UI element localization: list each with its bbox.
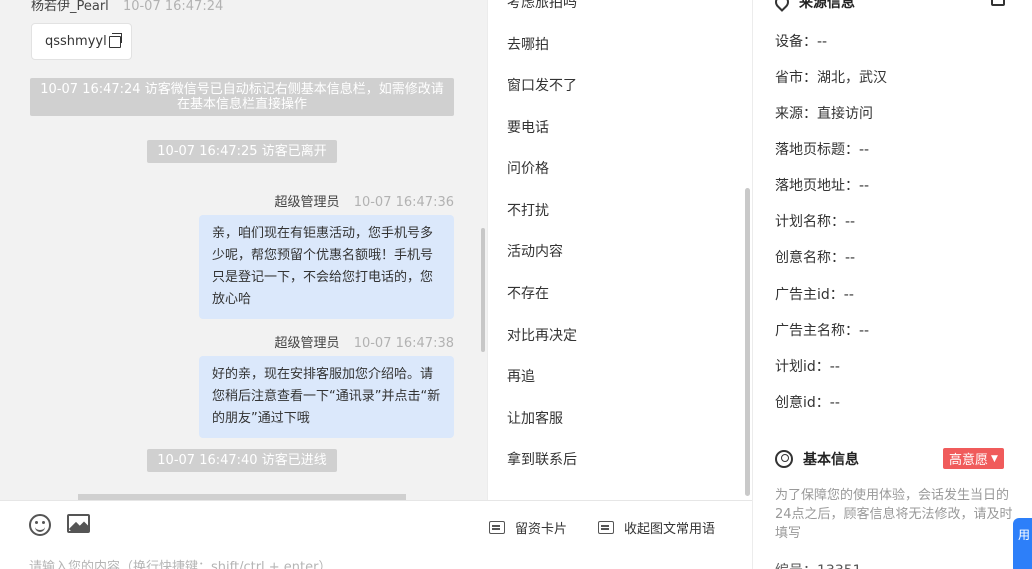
- customer-info-panel: 来源信息 设备：-- 省市：湖北，武汉 来源：直接访问 落地页标题：-- 落地页…: [752, 0, 1032, 569]
- floating-action-button[interactable]: 用: [1013, 518, 1032, 569]
- quick-reply-item[interactable]: 要电话: [507, 117, 549, 137]
- quick-reply-item[interactable]: 让加客服: [507, 408, 563, 428]
- quick-reply-item[interactable]: 拿到联系后: [507, 449, 577, 469]
- basic-info-title: 基本信息: [803, 452, 859, 468]
- caret-down-icon: ▼: [991, 453, 998, 464]
- system-message: 10-07 16:47:25 访客已离开: [147, 140, 337, 163]
- collapse-phrases-button[interactable]: 收起图文常用语: [598, 518, 715, 537]
- info-field-landing-url: 落地页地址：--: [775, 178, 870, 194]
- message-meta: 杨若伊_Pearl 10-07 16:47:24: [31, 0, 223, 14]
- intent-level-dropdown[interactable]: 高意愿 ▼: [943, 448, 1004, 469]
- sender-name: 超级管理员: [274, 195, 340, 210]
- quick-reply-item[interactable]: 活动内容: [507, 241, 563, 261]
- wechat-id-card[interactable]: qsshmyyl: [31, 23, 132, 60]
- outgoing-message: 好的亲，现在安排客服加您介绍哈。请您稍后注意查看一下“通讯录”并点击“新的朋友”…: [199, 356, 454, 438]
- copy-icon[interactable]: [108, 32, 122, 48]
- quick-reply-item[interactable]: 窗口发不了: [507, 75, 577, 95]
- basic-info-header: 基本信息: [775, 449, 859, 469]
- info-field-plan-name: 计划名称：--: [775, 214, 856, 230]
- source-info-title: 来源信息: [799, 0, 855, 11]
- quick-reply-item[interactable]: 问价格: [507, 158, 549, 178]
- user-circle-icon: [775, 450, 793, 468]
- card-icon: [489, 521, 505, 534]
- outgoing-message: 亲，咱们现在有钜惠活动，您手机号多少呢，帮您预留个优惠名额哦！手机号只是登记一下…: [199, 215, 454, 319]
- emoji-icon[interactable]: [29, 514, 51, 536]
- location-pin-icon: [772, 0, 792, 12]
- system-message: 10-07 16:47:40 访客已进线: [147, 449, 337, 472]
- image-icon[interactable]: [67, 514, 90, 533]
- info-field-advertiser-id: 广告主id：--: [775, 287, 854, 303]
- info-field-device: 设备：--: [775, 34, 828, 50]
- quick-reply-item[interactable]: 再追: [507, 366, 535, 386]
- message-time: 10-07 16:47:36: [353, 195, 454, 210]
- quick-reply-item[interactable]: 考虑旅拍吗: [507, 0, 577, 12]
- message-input[interactable]: 请输入您的内容（换行快捷键：shift/ctrl + enter）: [29, 556, 332, 569]
- message-composer: 留资卡片 收起图文常用语 请输入您的内容（换行快捷键：shift/ctrl + …: [0, 500, 752, 569]
- system-message: 10-07 16:47:24 访客微信号已自动标记右侧基本信息栏，如需修改请在基…: [30, 78, 454, 116]
- quick-reply-item[interactable]: 不打扰: [507, 200, 549, 220]
- chat-panel: 杨若伊_Pearl 10-07 16:47:24 qsshmyyl 10-07 …: [0, 0, 487, 500]
- message-time: 10-07 16:47:24: [122, 0, 224, 14]
- info-field-region: 省市：湖北，武汉: [775, 70, 887, 86]
- edit-deadline-note: 为了保障您的使用体验，会话发生当日的24点之后，顾客信息将无法修改，请及时填写: [775, 488, 1013, 541]
- quick-reply-item[interactable]: 去哪拍: [507, 34, 549, 54]
- info-field-number: 编号：13351: [775, 560, 862, 569]
- message-time: 10-07 16:47:38: [353, 336, 454, 351]
- intent-level-label: 高意愿: [949, 453, 989, 468]
- message-meta: 超级管理员 10-07 16:47:38: [275, 332, 454, 351]
- lead-card-button[interactable]: 留资卡片: [489, 518, 567, 537]
- info-field-creative-name: 创意名称：--: [775, 250, 856, 266]
- wechat-id: qsshmyyl: [45, 34, 107, 49]
- card-icon: [598, 521, 614, 534]
- sender-name: 杨若伊_Pearl: [31, 0, 109, 14]
- quick-reply-item[interactable]: 对比再决定: [507, 325, 577, 345]
- source-info-header: 来源信息: [772, 0, 855, 12]
- quick-reply-item[interactable]: 不存在: [507, 283, 549, 303]
- quick-reply-scrollbar[interactable]: [745, 188, 750, 496]
- info-field-advertiser-name: 广告主名称：--: [775, 323, 870, 339]
- info-field-source: 来源：直接访问: [775, 106, 873, 122]
- info-field-creative-id: 创意id：--: [775, 395, 840, 411]
- collapse-phrases-label: 收起图文常用语: [624, 522, 716, 537]
- sender-name: 超级管理员: [274, 336, 340, 351]
- info-field-landing-title: 落地页标题：--: [775, 142, 870, 158]
- chat-scrollbar[interactable]: [481, 228, 485, 352]
- floating-action-label: 用: [1018, 528, 1031, 542]
- edit-icon[interactable]: [991, 0, 1005, 6]
- message-meta: 超级管理员 10-07 16:47:36: [275, 191, 454, 210]
- info-field-plan-id: 计划id：--: [775, 359, 840, 375]
- quick-reply-list: 考虑旅拍吗 去哪拍 窗口发不了 要电话 问价格 不打扰 活动内容 不存在 对比再…: [487, 0, 752, 500]
- lead-card-label: 留资卡片: [515, 522, 568, 537]
